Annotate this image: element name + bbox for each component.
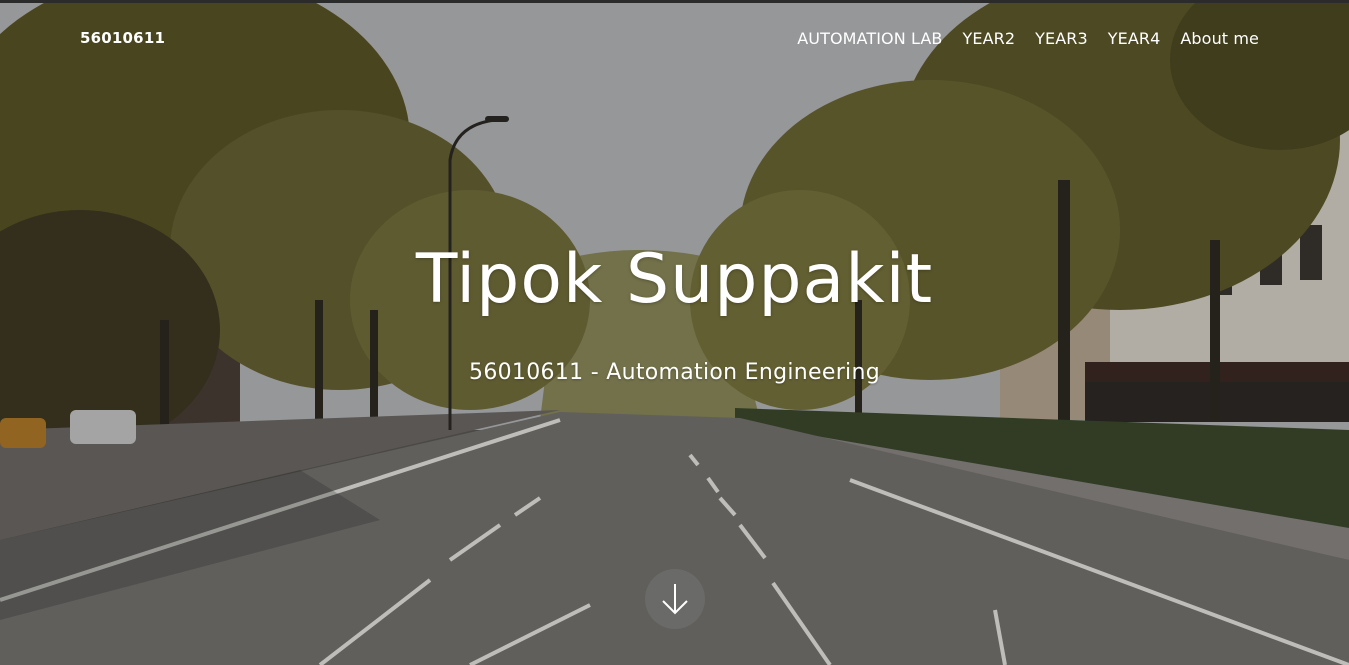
dark-overlay: [0, 0, 1349, 665]
nav-link-year3[interactable]: YEAR3: [1035, 29, 1088, 48]
nav-item: About me: [1180, 29, 1259, 48]
arrow-down-icon: [662, 584, 688, 615]
nav-link-automation-lab[interactable]: AUTOMATION LAB: [797, 29, 942, 48]
nav-item: AUTOMATION LAB: [797, 29, 942, 48]
scroll-down-button[interactable]: [645, 569, 705, 629]
nav-item: YEAR3: [1035, 29, 1088, 48]
nav-item: YEAR2: [963, 29, 1016, 48]
main-nav: AUTOMATION LAB YEAR2 YEAR3 YEAR4 About m…: [797, 29, 1259, 48]
nav-link-year2[interactable]: YEAR2: [963, 29, 1016, 48]
hero-title: Tipok Suppakit: [415, 240, 934, 319]
hero-subtitle: 56010611 - Automation Engineering: [469, 360, 880, 385]
nav-link-year4[interactable]: YEAR4: [1108, 29, 1161, 48]
nav-item: YEAR4: [1108, 29, 1161, 48]
top-border: [0, 0, 1349, 3]
brand-link[interactable]: 56010611: [80, 29, 165, 47]
nav-link-about-me[interactable]: About me: [1180, 29, 1259, 48]
hero-section: 56010611 AUTOMATION LAB YEAR2 YEAR3 YEAR…: [0, 0, 1349, 665]
